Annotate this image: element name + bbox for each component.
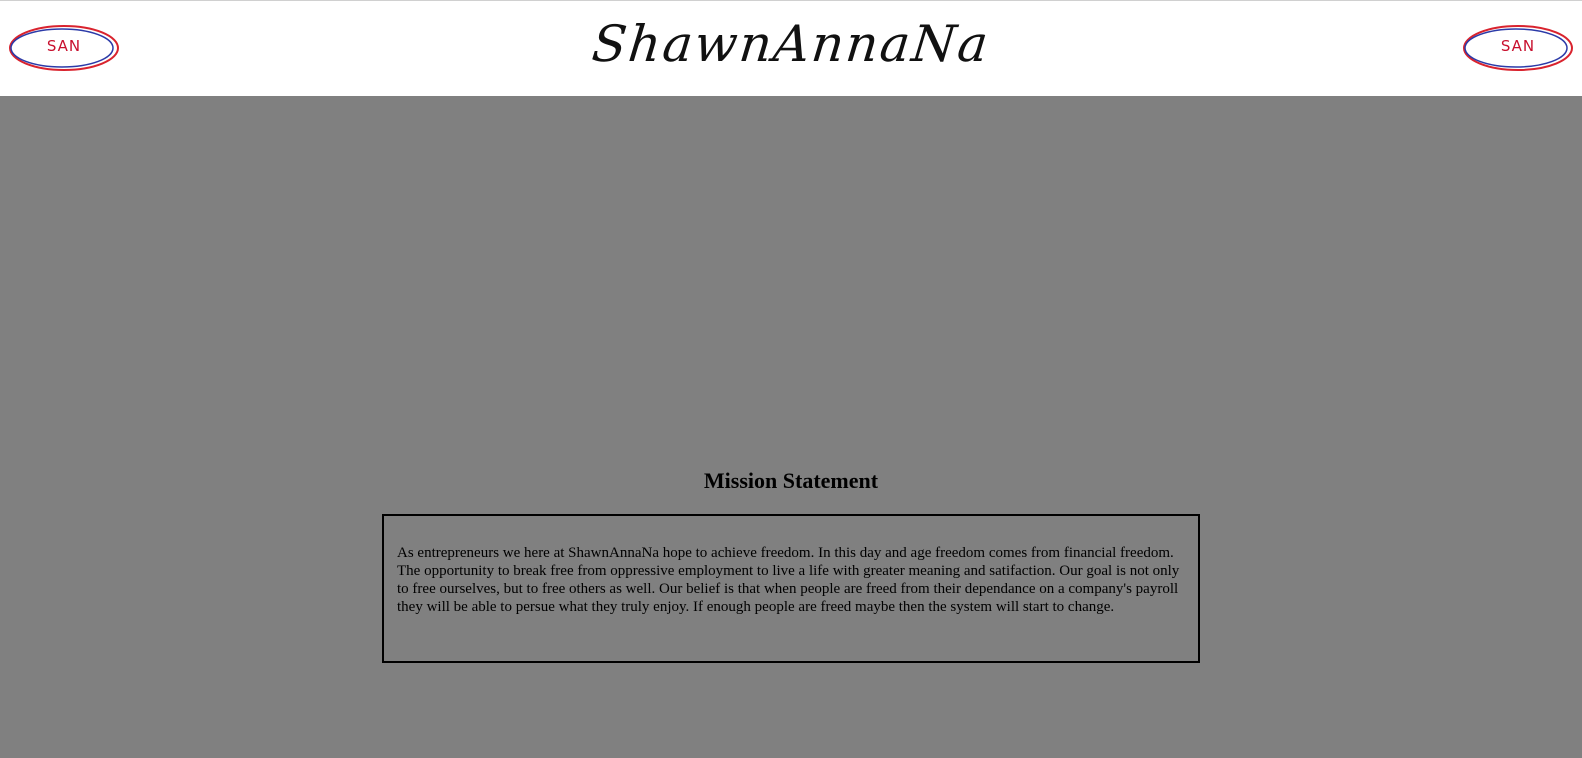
main-content: Mission Statement As entrepreneurs we he… — [0, 96, 1582, 758]
logo-text: SAN — [1500, 37, 1536, 55]
mission-statement-box: As entrepreneurs we here at ShawnAnnaNa … — [382, 514, 1200, 663]
site-header: SAN ShawnAnnaNa SAN — [0, 0, 1582, 96]
logo-home-link-right[interactable]: SAN — [1462, 23, 1574, 73]
mission-statement-text: As entrepreneurs we here at ShawnAnnaNa … — [397, 545, 1180, 615]
mission-heading: Mission Statement — [703, 468, 879, 493]
site-title: ShawnAnnaNa — [589, 15, 993, 73]
